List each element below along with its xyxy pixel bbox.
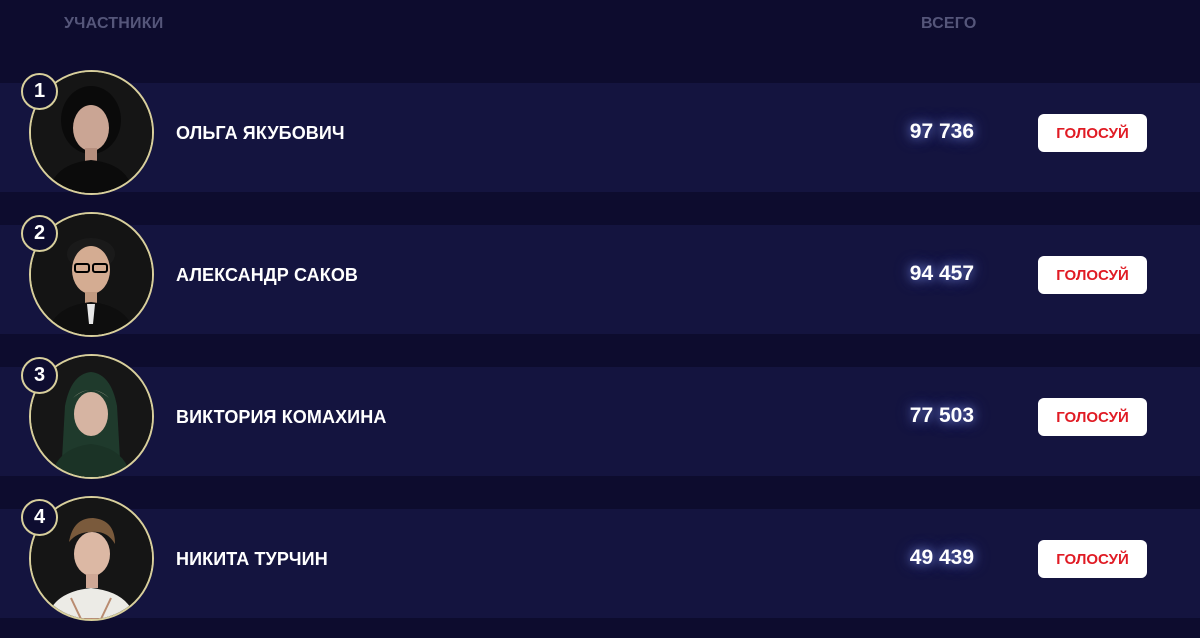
rank-badge: 4 [21, 499, 58, 536]
participant-name: АЛЕКСАНДР САКОВ [176, 265, 359, 285]
vote-button[interactable]: ГОЛОСУЙ [1038, 398, 1147, 436]
leaderboard-header: УЧАСТНИКИ ВСЕГО [0, 0, 1200, 50]
vote-button[interactable]: ГОЛОСУЙ [1038, 540, 1147, 578]
participant-row: 2 АЛЕКСАНДР САКОВ 94 457 ГОЛОСУЙ [0, 212, 1200, 354]
participant-row: 3 ВИКТОРИЯ КОМАХИНА 77 503 ГОЛОСУЙ [0, 354, 1200, 496]
vote-count: 49 439 [909, 546, 974, 569]
rank-badge: 2 [21, 215, 58, 252]
participant-row: 4 НИКИТА ТУРЧИН 49 439 ГОЛОСУЙ [0, 496, 1200, 638]
participant-row: 1 ОЛЬГА ЯКУБОВИЧ 97 736 ГОЛОСУЙ [0, 70, 1200, 212]
total-column-header: ВСЕГО [921, 15, 977, 32]
rank-badge: 1 [21, 73, 58, 110]
participant-name: ВИКТОРИЯ КОМАХИНА [176, 407, 387, 427]
rank-badge: 3 [21, 357, 58, 394]
participants-column-header: УЧАСТНИКИ [64, 15, 164, 32]
vote-count: 77 503 [909, 404, 974, 427]
vote-button[interactable]: ГОЛОСУЙ [1038, 114, 1147, 152]
vote-button[interactable]: ГОЛОСУЙ [1038, 256, 1147, 294]
participant-name: ОЛЬГА ЯКУБОВИЧ [176, 123, 345, 143]
vote-count: 94 457 [909, 262, 974, 285]
vote-count: 97 736 [909, 120, 974, 143]
participant-name: НИКИТА ТУРЧИН [176, 549, 328, 569]
